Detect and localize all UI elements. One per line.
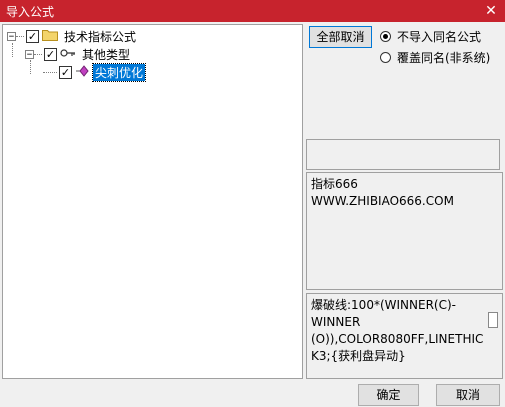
- radio-icon[interactable]: [380, 52, 391, 63]
- info-text: 指标666 WWW.ZHIBIAO666.COM: [311, 177, 454, 208]
- tree-node-root-label: 技术指标公式: [64, 29, 137, 44]
- ok-button[interactable]: 确定: [358, 384, 419, 406]
- leaf-checkbox[interactable]: ✓: [59, 65, 72, 79]
- import-formula-dialog: 导入公式 ✕ − ✓ 技术指标公式 − ✓ 其他类型 ✓ 尖刺优化 全部取消 不…: [0, 0, 505, 407]
- collapse-icon[interactable]: −: [7, 31, 16, 41]
- option-label: 覆盖同名(非系统): [397, 51, 491, 65]
- tree-node-child[interactable]: − ✓ 其他类型: [25, 45, 132, 63]
- folder-icon: [42, 28, 58, 44]
- dialog-title: 导入公式: [6, 5, 55, 19]
- title-bar: 导入公式 ✕: [0, 0, 505, 22]
- option-label: 不导入同名公式: [397, 30, 482, 44]
- option-overwrite-duplicates[interactable]: 覆盖同名(非系统): [380, 49, 490, 66]
- tree-node-root[interactable]: − ✓ 技术指标公式: [7, 27, 138, 45]
- scrollbar-thumb[interactable]: [488, 312, 498, 328]
- key-icon: [60, 47, 76, 61]
- tree-connector: [43, 71, 57, 73]
- tree-connector: [12, 43, 13, 57]
- formula-text: 爆破线:100*(WINNER(C)- WINNER (O)),COLOR808…: [311, 298, 484, 363]
- close-icon[interactable]: ✕: [481, 1, 501, 21]
- child-checkbox[interactable]: ✓: [44, 47, 57, 61]
- cancel-button[interactable]: 取消: [436, 384, 500, 406]
- tree-connector: [34, 53, 42, 55]
- tree-node-child-label: 其他类型: [82, 47, 131, 62]
- uncheck-all-button[interactable]: 全部取消: [309, 26, 372, 48]
- tree-connector: [16, 35, 24, 37]
- radio-icon[interactable]: [380, 31, 391, 42]
- formula-tree: − ✓ 技术指标公式 − ✓ 其他类型 ✓ 尖刺优化: [2, 24, 303, 379]
- tree-node-leaf[interactable]: ✓ 尖刺优化: [43, 62, 147, 82]
- root-checkbox[interactable]: ✓: [26, 29, 39, 43]
- info-box: 指标666 WWW.ZHIBIAO666.COM: [306, 172, 503, 290]
- empty-panel: [306, 139, 500, 170]
- tree-node-leaf-label[interactable]: 尖刺优化: [91, 62, 147, 82]
- formula-preview: 爆破线:100*(WINNER(C)- WINNER (O)),COLOR808…: [306, 293, 503, 379]
- option-skip-duplicates[interactable]: 不导入同名公式: [380, 28, 481, 45]
- collapse-icon[interactable]: −: [25, 49, 34, 59]
- formula-icon: [75, 64, 89, 80]
